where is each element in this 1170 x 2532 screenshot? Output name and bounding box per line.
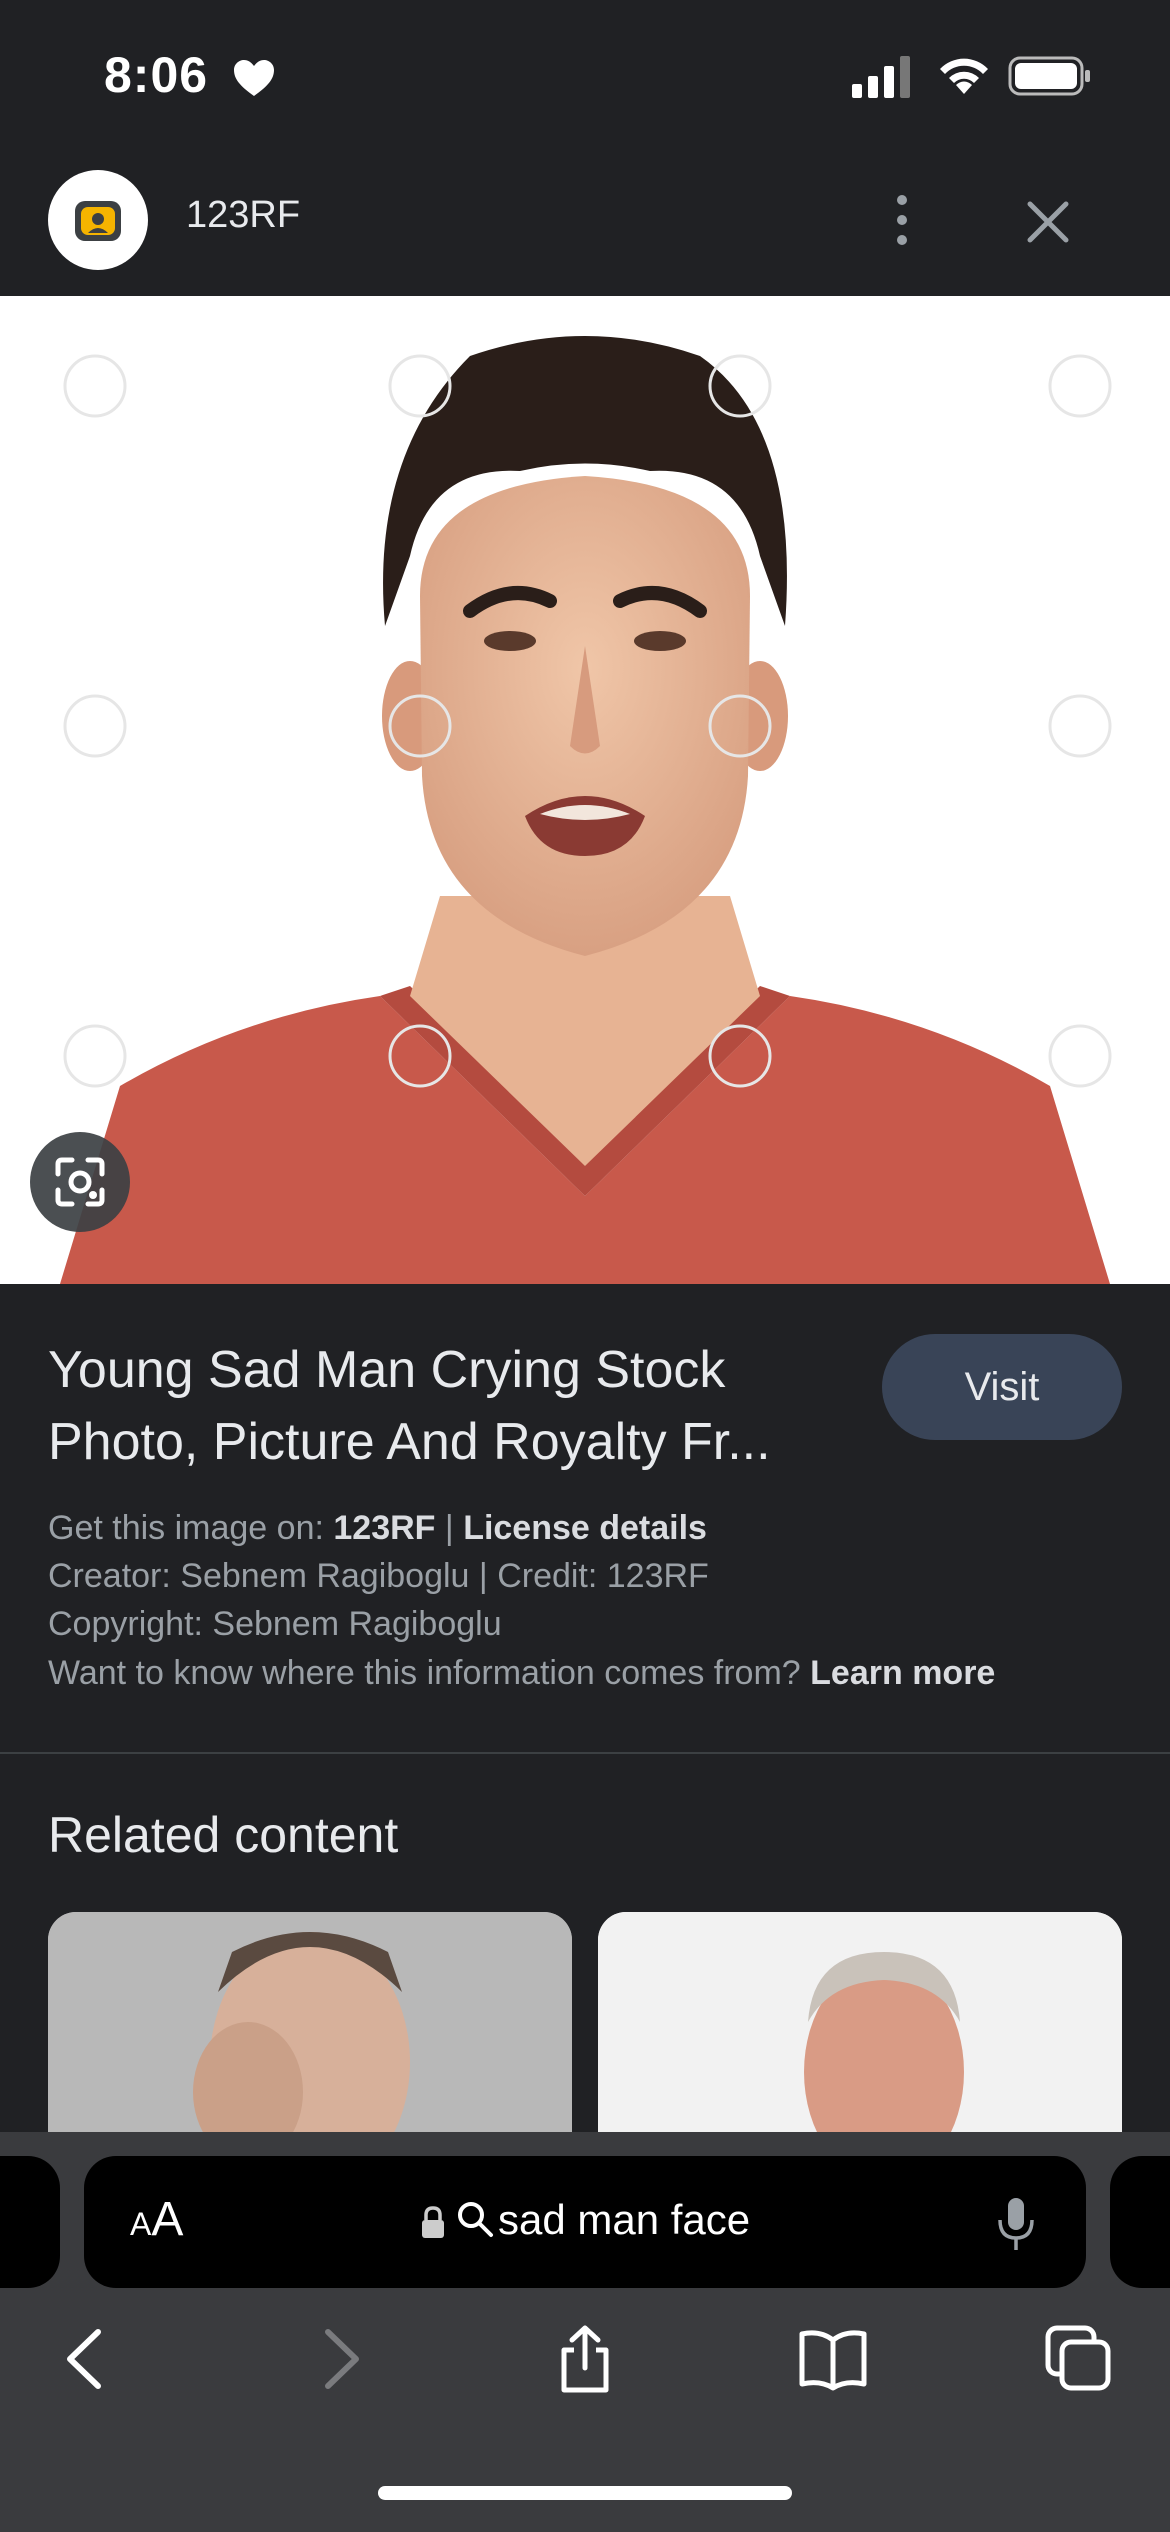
- next-tab-pill[interactable]: [1110, 2156, 1170, 2288]
- status-time: 8:06: [104, 47, 209, 103]
- lens-icon[interactable]: [30, 1132, 130, 1232]
- forward-icon[interactable]: [304, 2324, 374, 2394]
- get-image-prefix: Get this image on:: [48, 1509, 324, 1547]
- share-icon[interactable]: [550, 2324, 620, 2394]
- result-image[interactable]: [0, 296, 1170, 1284]
- info-question: Want to know where this information come…: [48, 1654, 801, 1692]
- info-source-row: Want to know where this information come…: [48, 1654, 995, 1693]
- previous-tab-pill[interactable]: [0, 2156, 60, 2288]
- battery-icon: [1008, 56, 1090, 96]
- result-meta: Get this image on: 123RF | License detai…: [48, 1504, 1138, 1648]
- copyright-line: Copyright: Sebnem Ragiboglu: [48, 1605, 502, 1643]
- bookmarks-icon[interactable]: [798, 2324, 868, 2394]
- wifi-icon: [940, 58, 988, 94]
- result-header: 123RF: [0, 150, 1170, 296]
- creator-line: Creator: Sebnem Ragiboglu | Credit: 123R…: [48, 1557, 709, 1595]
- home-indicator[interactable]: [378, 2486, 792, 2500]
- result-info: Young Sad Man Crying Stock Photo, Pictur…: [0, 1284, 1170, 1754]
- heart-icon: [234, 60, 274, 96]
- url-text[interactable]: sad man face: [498, 2196, 750, 2244]
- microphone-icon[interactable]: [996, 2196, 1036, 2252]
- close-icon[interactable]: [1020, 194, 1076, 250]
- browser-url-area: AA sad man face: [0, 2132, 1170, 2298]
- result-title[interactable]: Young Sad Man Crying Stock Photo, Pictur…: [48, 1334, 848, 1478]
- get-image-source-link[interactable]: 123RF: [333, 1509, 435, 1547]
- browser-toolbar: [0, 2298, 1170, 2532]
- related-image-card[interactable]: [48, 1912, 572, 2142]
- divider: [0, 1752, 1170, 1754]
- tabs-icon[interactable]: [1044, 2324, 1114, 2394]
- meta-separator: |: [444, 1509, 454, 1547]
- site-name[interactable]: 123RF: [186, 194, 300, 237]
- related-content-title: Related content: [48, 1807, 399, 1863]
- license-details-link[interactable]: License details: [463, 1509, 707, 1547]
- learn-more-link[interactable]: Learn more: [810, 1654, 995, 1692]
- site-logo-icon[interactable]: [48, 170, 148, 270]
- related-image-card[interactable]: [598, 1912, 1122, 2142]
- more-vert-icon[interactable]: [880, 180, 924, 260]
- back-icon[interactable]: [52, 2324, 122, 2394]
- text-size-button[interactable]: AA: [130, 2192, 183, 2247]
- crying-man-photo: [0, 296, 1170, 1284]
- visit-button[interactable]: Visit: [882, 1334, 1122, 1440]
- signal-icon: [852, 56, 910, 98]
- status-bar: 8:06: [0, 0, 1170, 150]
- search-icon: [458, 2202, 493, 2237]
- address-bar[interactable]: AA sad man face: [84, 2156, 1086, 2288]
- lock-icon: [422, 2206, 444, 2238]
